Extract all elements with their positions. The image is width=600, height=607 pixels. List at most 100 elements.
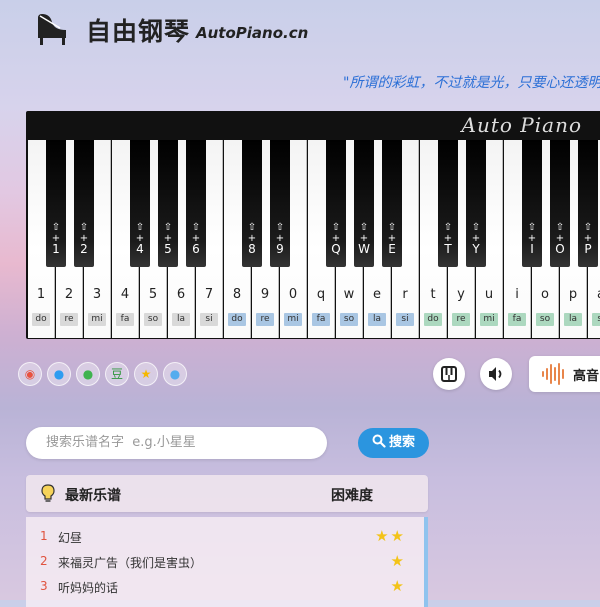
score-row[interactable]: 3 听妈妈的话 ★ [26,575,424,599]
score-name[interactable]: 听妈妈的话 [58,579,118,596]
solfege-label: re [452,313,470,326]
black-key[interactable]: ⇧ +1 [46,140,66,267]
key-char-label: 9 [260,287,270,302]
score-row[interactable]: 1 幻昼 ★★ [26,525,424,549]
speaker-icon [489,367,502,381]
black-key[interactable]: ⇧ + Q [326,140,346,267]
sound-toggle-button[interactable] [480,358,512,390]
black-key-shift: ⇧ [51,222,61,233]
key-char-label: 4 [120,287,130,302]
black-key[interactable]: ⇧ + T [438,140,458,267]
solfege-label: mi [480,313,498,326]
key-char-label: i [515,287,519,302]
solfege-label: do [424,313,442,326]
site-title[interactable]: 自由钢琴 [86,12,190,48]
key-char-label: w [343,287,355,302]
black-key-shift: ⇧ [443,222,453,233]
black-key[interactable]: ⇧ +8 [242,140,262,267]
search-box [26,427,327,459]
solfege-label: so [536,313,554,326]
black-key[interactable]: ⇧ + I [522,140,542,267]
black-key[interactable]: ⇧ + E [382,140,402,267]
black-key-key: 1 [52,242,60,256]
black-key-label: ⇧ + T [438,222,458,255]
key-char-label: 5 [148,287,158,302]
black-key-label: ⇧ +1 [46,222,66,255]
douban-icon[interactable]: 豆 [105,362,129,386]
panel-title: 最新乐谱 [65,488,121,504]
black-key[interactable]: ⇧ +2 [74,140,94,267]
solfege-label: la [368,313,386,326]
black-key[interactable]: ⇧ + Y [466,140,486,267]
black-key-label: ⇧ +4 [130,222,150,255]
qzone-icon[interactable]: ★ [134,362,158,386]
solfege-label: si [200,313,218,326]
black-key-label: ⇧ + P [578,222,598,255]
piano-keyboard: Auto Piano 1 do 2 re 3 mi 4 fa 5 so 6 la 7 si 8 do 9 re 0 m… [26,111,600,339]
black-key[interactable]: ⇧ +9 [270,140,290,267]
key-char-label: e [373,287,381,302]
pitch-selector[interactable]: 高音 [529,356,600,392]
black-key-key: I [530,242,534,256]
difficulty-stars: ★ [390,552,406,570]
key-char-label: 8 [232,287,242,302]
grand-piano-logo-icon[interactable] [32,12,70,46]
black-key-shift: ⇧ [163,222,173,233]
black-key-label: ⇧ + I [522,222,542,255]
black-key[interactable]: ⇧ + W [354,140,374,267]
black-key-label: ⇧ +5 [158,222,178,255]
black-key-key: T [444,242,452,256]
key-char-label: 1 [36,287,46,302]
qq-icon[interactable]: ● [47,362,71,386]
black-key-label: ⇧ + O [550,222,570,255]
key-char-label: 6 [176,287,186,302]
black-key-shift: ⇧ [471,222,481,233]
score-list: 1 幻昼 ★★ 2 来福灵广告（我们是害虫） ★ 3 听妈妈的话 ★ [26,517,428,607]
black-key-shift: ⇧ [555,222,565,233]
black-key-label: ⇧ + Q [326,222,346,255]
black-key-key: 2 [80,242,88,256]
search-button-label: 搜索 [388,435,415,450]
black-key[interactable]: ⇧ +6 [186,140,206,267]
key-char-label: 0 [288,287,298,302]
black-key-key: Y [472,242,480,256]
black-key-shift: ⇧ [527,222,537,233]
key-char-label: t [430,287,436,302]
key-char-label: 3 [92,287,102,302]
score-row[interactable]: 2 来福灵广告（我们是害虫） ★ [26,550,424,574]
black-key-shift: ⇧ [135,222,145,233]
search-button[interactable]: 搜索 [358,428,429,458]
score-number: 2 [40,554,48,568]
lightbulb-icon [41,484,55,502]
black-key[interactable]: ⇧ +5 [158,140,178,267]
black-key-label: ⇧ + W [354,222,374,255]
difficulty-stars: ★★ [375,527,406,545]
wechat-icon[interactable]: ● [76,362,100,386]
twitter-icon[interactable]: ● [163,362,187,386]
piano-keys-icon [441,366,457,382]
white-keys-row: 1 do 2 re 3 mi 4 fa 5 so 6 la 7 si 8 do 9 re 0 mi q fa w so e la r… [28,140,600,338]
keyboard-toggle-button[interactable] [433,358,465,390]
slogan-text: "所谓的彩虹，不过就是光，只要心还透明 [343,75,600,91]
score-name[interactable]: 幻昼 [58,529,82,546]
key-char-label: y [457,287,465,302]
piano-brand: Auto Piano [461,113,582,137]
score-name[interactable]: 来福灵广告（我们是害虫） [58,554,202,571]
solfege-label: fa [116,313,134,326]
search-input[interactable] [44,434,318,451]
weibo-icon[interactable]: ◉ [18,362,42,386]
solfege-label: so [144,313,162,326]
solfege-label: si [592,313,600,326]
black-key[interactable]: ⇧ + P [578,140,598,267]
key-char-label: 2 [64,287,74,302]
difficulty-stars: ★ [390,577,406,595]
black-key[interactable]: ⇧ +4 [130,140,150,267]
solfege-label: la [172,313,190,326]
solfege-label: mi [284,313,302,326]
solfege-label: re [60,313,78,326]
key-char-label: o [541,287,549,302]
site-header: 自由钢琴 AutoPiano.cn [0,0,600,62]
score-number: 3 [40,579,48,593]
black-key[interactable]: ⇧ + O [550,140,570,267]
black-key-key: Q [331,242,341,256]
